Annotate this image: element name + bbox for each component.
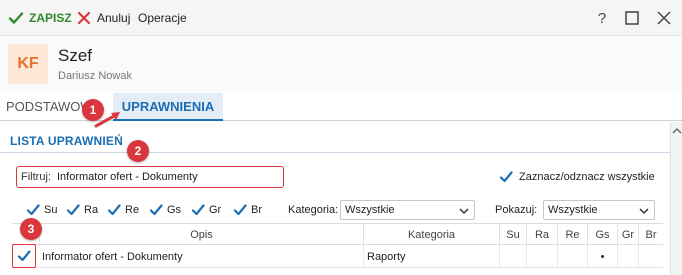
chevron-down-icon bbox=[459, 208, 469, 215]
cell-ra bbox=[527, 246, 558, 268]
column-header-br[interactable]: Br bbox=[639, 224, 663, 246]
help-button[interactable]: ? bbox=[593, 9, 611, 27]
right-checkbox-ra[interactable]: Ra bbox=[66, 202, 98, 218]
vertical-scrollbar[interactable] bbox=[670, 122, 682, 275]
right-checkbox-br[interactable]: Br bbox=[233, 202, 262, 218]
checkbox-checked-icon bbox=[233, 204, 247, 216]
cell-gs: • bbox=[588, 246, 618, 268]
right-checkbox-gs[interactable]: Gs bbox=[149, 202, 181, 218]
row-checkbox[interactable] bbox=[12, 244, 36, 268]
chevron-down-icon bbox=[639, 208, 649, 215]
column-header-opis[interactable]: Opis bbox=[40, 224, 364, 246]
right-checkbox-su[interactable]: Su bbox=[26, 202, 57, 218]
cancel-button[interactable]: Anuluj bbox=[76, 10, 130, 26]
cell-br bbox=[639, 246, 663, 268]
checkbox-checked-icon bbox=[191, 204, 205, 216]
help-icon: ? bbox=[598, 10, 606, 27]
page-subtitle: Dariusz Nowak bbox=[58, 70, 132, 82]
operations-button[interactable]: Operacje bbox=[133, 10, 187, 26]
annotation-marker-3: 3 bbox=[20, 218, 42, 240]
table-header: Opis Kategoria Su Ra Re Gs Gr Br bbox=[12, 223, 663, 246]
toggle-all-checkbox[interactable]: Zaznacz/odznacz wszystkie bbox=[499, 169, 655, 185]
right-label: Br bbox=[251, 204, 262, 216]
toolbar: ZAPISZ Anuluj Operacje ? bbox=[0, 0, 682, 36]
right-label: Su bbox=[44, 204, 58, 216]
cell-gr bbox=[618, 246, 639, 268]
annotation-arrow-icon bbox=[94, 112, 120, 128]
maximize-button[interactable] bbox=[623, 9, 641, 27]
table-row[interactable]: Informator ofert - Dokumenty Raporty • bbox=[12, 244, 663, 268]
right-label: Gr bbox=[209, 204, 222, 216]
column-header-ra[interactable]: Ra bbox=[527, 224, 558, 246]
checkbox-checked-icon bbox=[66, 204, 80, 216]
svg-text:?: ? bbox=[598, 10, 606, 27]
right-label: Re bbox=[125, 204, 140, 216]
right-checkbox-gr[interactable]: Gr bbox=[191, 202, 221, 218]
annotation-marker-2: 2 bbox=[127, 140, 149, 162]
column-header-gr[interactable]: Gr bbox=[618, 224, 639, 246]
operations-label: Operacje bbox=[138, 11, 187, 25]
show-select-value: Wszystkie bbox=[548, 204, 598, 216]
toggle-all-label: Zaznacz/odznacz wszystkie bbox=[519, 171, 655, 183]
close-window-icon bbox=[657, 11, 671, 25]
category-select[interactable]: Wszystkie bbox=[340, 200, 475, 220]
cell-su bbox=[500, 246, 527, 268]
cancel-label: Anuluj bbox=[97, 11, 131, 25]
tab-permissions[interactable]: UPRAWNIENIA bbox=[113, 93, 223, 121]
right-label: Ra bbox=[84, 204, 99, 216]
close-window-button[interactable] bbox=[655, 9, 673, 27]
section-title: LISTA UPRAWNIEŃ bbox=[10, 134, 123, 148]
filter-input[interactable] bbox=[57, 169, 279, 185]
cell-opis: Informator ofert - Dokumenty bbox=[42, 246, 364, 268]
show-select[interactable]: Wszystkie bbox=[543, 200, 655, 220]
show-filter-label: Pokazuj: bbox=[495, 204, 538, 216]
save-button[interactable]: ZAPISZ bbox=[8, 10, 72, 26]
checkbox-checked-icon bbox=[499, 171, 513, 183]
cell-kategoria: Raporty bbox=[364, 246, 500, 268]
permissions-panel: LISTA UPRAWNIEŃ Filtruj: Zaznacz/odznacz… bbox=[0, 122, 670, 275]
filter-field: Filtruj: bbox=[16, 166, 284, 188]
close-icon bbox=[77, 11, 91, 25]
page-title: Szef bbox=[58, 46, 93, 65]
chevron-up-icon[interactable] bbox=[671, 126, 682, 136]
right-label: Gs bbox=[167, 204, 182, 216]
column-header-gs[interactable]: Gs bbox=[588, 224, 618, 246]
save-label: ZAPISZ bbox=[29, 11, 72, 25]
cell-re bbox=[558, 246, 588, 268]
column-header-su[interactable]: Su bbox=[500, 224, 527, 246]
category-filter-label: Kategoria: bbox=[288, 204, 339, 216]
right-checkbox-re[interactable]: Re bbox=[107, 202, 139, 218]
checkbox-checked-icon bbox=[107, 204, 121, 216]
category-select-value: Wszystkie bbox=[345, 204, 395, 216]
column-header-kategoria[interactable]: Kategoria bbox=[364, 224, 500, 246]
checkbox-checked-icon bbox=[26, 204, 40, 216]
maximize-icon bbox=[625, 11, 639, 25]
filter-label: Filtruj: bbox=[21, 171, 51, 183]
checkbox-checked-icon bbox=[17, 250, 31, 262]
section-divider bbox=[0, 152, 670, 153]
checkmark-icon bbox=[8, 12, 24, 24]
checkbox-checked-icon bbox=[149, 204, 163, 216]
record-header: KF Szef Dariusz Nowak bbox=[0, 36, 682, 92]
avatar: KF bbox=[8, 44, 48, 84]
column-header-re[interactable]: Re bbox=[558, 224, 588, 246]
